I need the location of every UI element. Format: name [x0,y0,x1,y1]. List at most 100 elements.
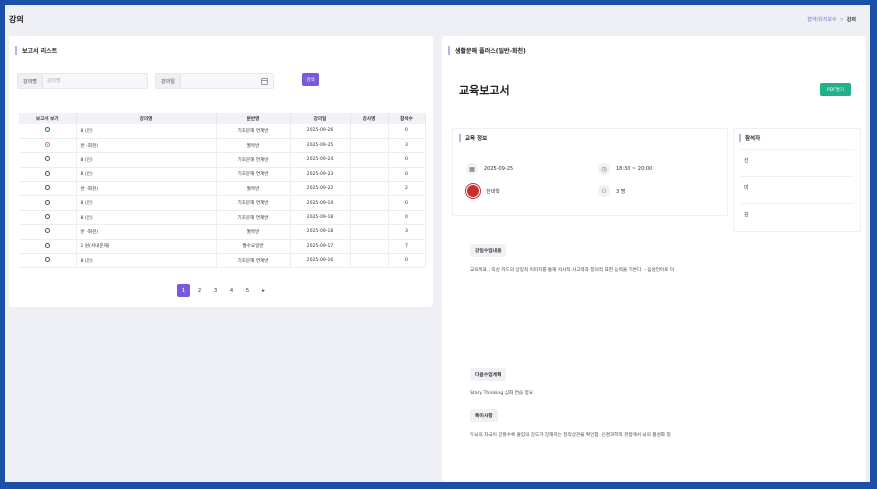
row-date: 2025-09-22 [290,181,351,197]
row-section: 월목반 [216,138,291,154]
row-instructor [350,167,389,183]
row-instructor [350,124,389,139]
table-row[interactable]: 8 (인) 기초문해 연계반 2025-09-23 0 [19,167,426,183]
section-tag-notes: 특이사항 [470,409,498,422]
row-attendance: 0 [388,167,426,183]
calendar-icon: ▦ [466,163,478,175]
row-section: 기초문해 연계반 [216,253,291,269]
lecture-name-input[interactable] [42,78,133,84]
row-view-radio [19,167,77,183]
breadcrumb-separator-icon: > [839,17,844,23]
row-section: 월목반 [216,181,291,197]
top-bar: 강의 협약/유지보수 > 강의 [5,5,870,33]
report-view-radio[interactable] [44,242,50,248]
row-view-radio [19,181,77,197]
row-lecture-name: 8 (인) [76,253,217,269]
page-button[interactable]: 1 [177,284,190,297]
row-lecture-name: 8 (인) [76,195,217,211]
row-section: 월수요일반 [216,239,291,255]
section-tag-next-plan: 다음수업계획 [470,368,507,381]
info-time-value: 18:30 ~ 20:00 [616,166,653,172]
breadcrumb: 협약/유지보수 > 강의 [807,16,856,23]
report-view-radio[interactable] [44,228,50,234]
row-section: 기초문해 연계반 [216,210,291,226]
class-title: 생활문해 플러스(일반-화천) [448,46,526,55]
report-detail-panel: 생활문해 플러스(일반-화천) 교육보고서 PDF발기 교육 정보 ▦ 2025… [442,36,866,482]
page-button[interactable]: 2 [193,284,206,297]
row-lecture-name: 8 (인) [76,210,217,226]
row-date: 2025-09-18 [290,210,351,226]
page-button[interactable]: 4 [225,284,238,297]
table-row[interactable]: 8 (인) 기초문해 연계반 2025-09-16 0 [19,253,426,269]
info-school: 한대학 [466,184,500,198]
search-button[interactable]: 검색 [302,73,319,86]
row-attendance: 3 [388,224,426,240]
column-header-lecture-name: 강의명 [76,113,217,124]
education-info-card: 교육 정보 ▦ 2025-09-25 ◷ 18:30 ~ 20:00 한대학 ⚇… [452,128,728,216]
pdf-download-button[interactable]: PDF발기 [820,83,851,96]
people-icon: ⚇ [598,185,610,197]
education-info-heading: 교육 정보 [459,134,487,142]
table-row[interactable]: 8 (인) 기초문해 연계반 2025-09-18 0 [19,210,426,226]
table-row[interactable]: 반 -화천) 월목반 2025-09-22 2 [19,181,426,197]
report-list-panel: 보고서 리스트 강의명 강의일 검색 보고서 보기 강의명 분반명 [9,36,433,307]
clock-icon: ◷ [598,163,610,175]
row-instructor [350,239,389,255]
column-header-attendance: 참석수 [388,113,426,124]
attendee-item: 선 [740,149,854,171]
report-view-radio[interactable] [44,142,50,148]
row-lecture-name: 반 -화천) [76,138,217,154]
row-instructor [350,181,389,197]
attendees-card: 참석자 선 미 김 [733,128,861,232]
row-instructor [350,152,389,168]
next-page-icon[interactable]: ▸ [257,284,270,297]
report-view-radio[interactable] [44,257,50,263]
table-row[interactable]: 반 -화천) 월목반 2025-09-25 3 [19,138,426,154]
row-lecture-name: 반 -화천) [76,181,217,197]
page-button[interactable]: 5 [241,284,254,297]
row-date: 2025-09-17 [290,239,351,255]
row-instructor [350,138,389,154]
report-view-radio[interactable] [44,156,50,162]
report-view-radio[interactable] [44,214,50,220]
row-section: 기초문해 연계반 [216,124,291,139]
page-title: 강의 [9,15,24,24]
report-view-radio[interactable] [44,127,50,133]
row-lecture-name: 8 (인) [76,167,217,183]
lecture-date-input[interactable] [180,78,241,84]
pagination: 1 2 3 4 5 ▸ [177,284,270,297]
section-tag-lesson-content: 강일수업내용 [470,244,507,257]
school-seal-icon [466,184,480,198]
table-row[interactable]: 8 (인) 기초문해 연계반 2025-09-24 0 [19,152,426,168]
breadcrumb-item-current: 강의 [846,17,856,23]
report-list-title: 보고서 리스트 [15,46,57,55]
column-header-instructor: 강사명 [350,113,389,124]
calendar-icon[interactable] [261,78,268,85]
table-row[interactable]: 8 (인) 기초문해 연계반 2025-09-19 0 [19,195,426,211]
row-lecture-name: 8 (인) [76,124,217,139]
row-view-radio [19,239,77,255]
row-attendance: 0 [388,152,426,168]
breadcrumb-item-parent[interactable]: 협약/유지보수 [807,17,836,23]
row-attendance: 0 [388,210,426,226]
report-table-body: 8 (인) 기초문해 연계반 2025-09-26 0 반 -화천) 월목반 2025-09… [19,124,426,269]
attendee-item: 김 [740,203,854,225]
row-date: 2025-09-26 [290,124,351,139]
info-date: ▦ 2025-09-25 [466,163,513,175]
row-instructor [350,210,389,226]
row-view-radio [19,195,77,211]
lecture-name-search: 강의명 [17,73,148,89]
table-row[interactable]: 반 -화천) 월목반 2025-09-18 3 [19,224,426,240]
row-section: 기초문해 연계반 [216,167,291,183]
row-date: 2025-09-16 [290,253,351,269]
row-attendance: 0 [388,195,426,211]
report-view-radio[interactable] [44,199,50,205]
report-view-radio[interactable] [44,185,50,191]
report-view-radio[interactable] [44,170,50,176]
section-text-lesson-content: 교육목표 : 익싱 카드의 상징적 이미지를 통해 서사적 사고력과 창의적 표… [470,268,675,273]
page-button[interactable]: 3 [209,284,222,297]
info-school-value: 한대학 [486,188,500,195]
row-section: 월목반 [216,224,291,240]
table-row[interactable]: 8 (인) 기초문해 연계반 2025-09-26 0 [19,124,426,139]
table-row[interactable]: 1 원(서내문해) 월수요일반 2025-09-17 7 [19,239,426,255]
